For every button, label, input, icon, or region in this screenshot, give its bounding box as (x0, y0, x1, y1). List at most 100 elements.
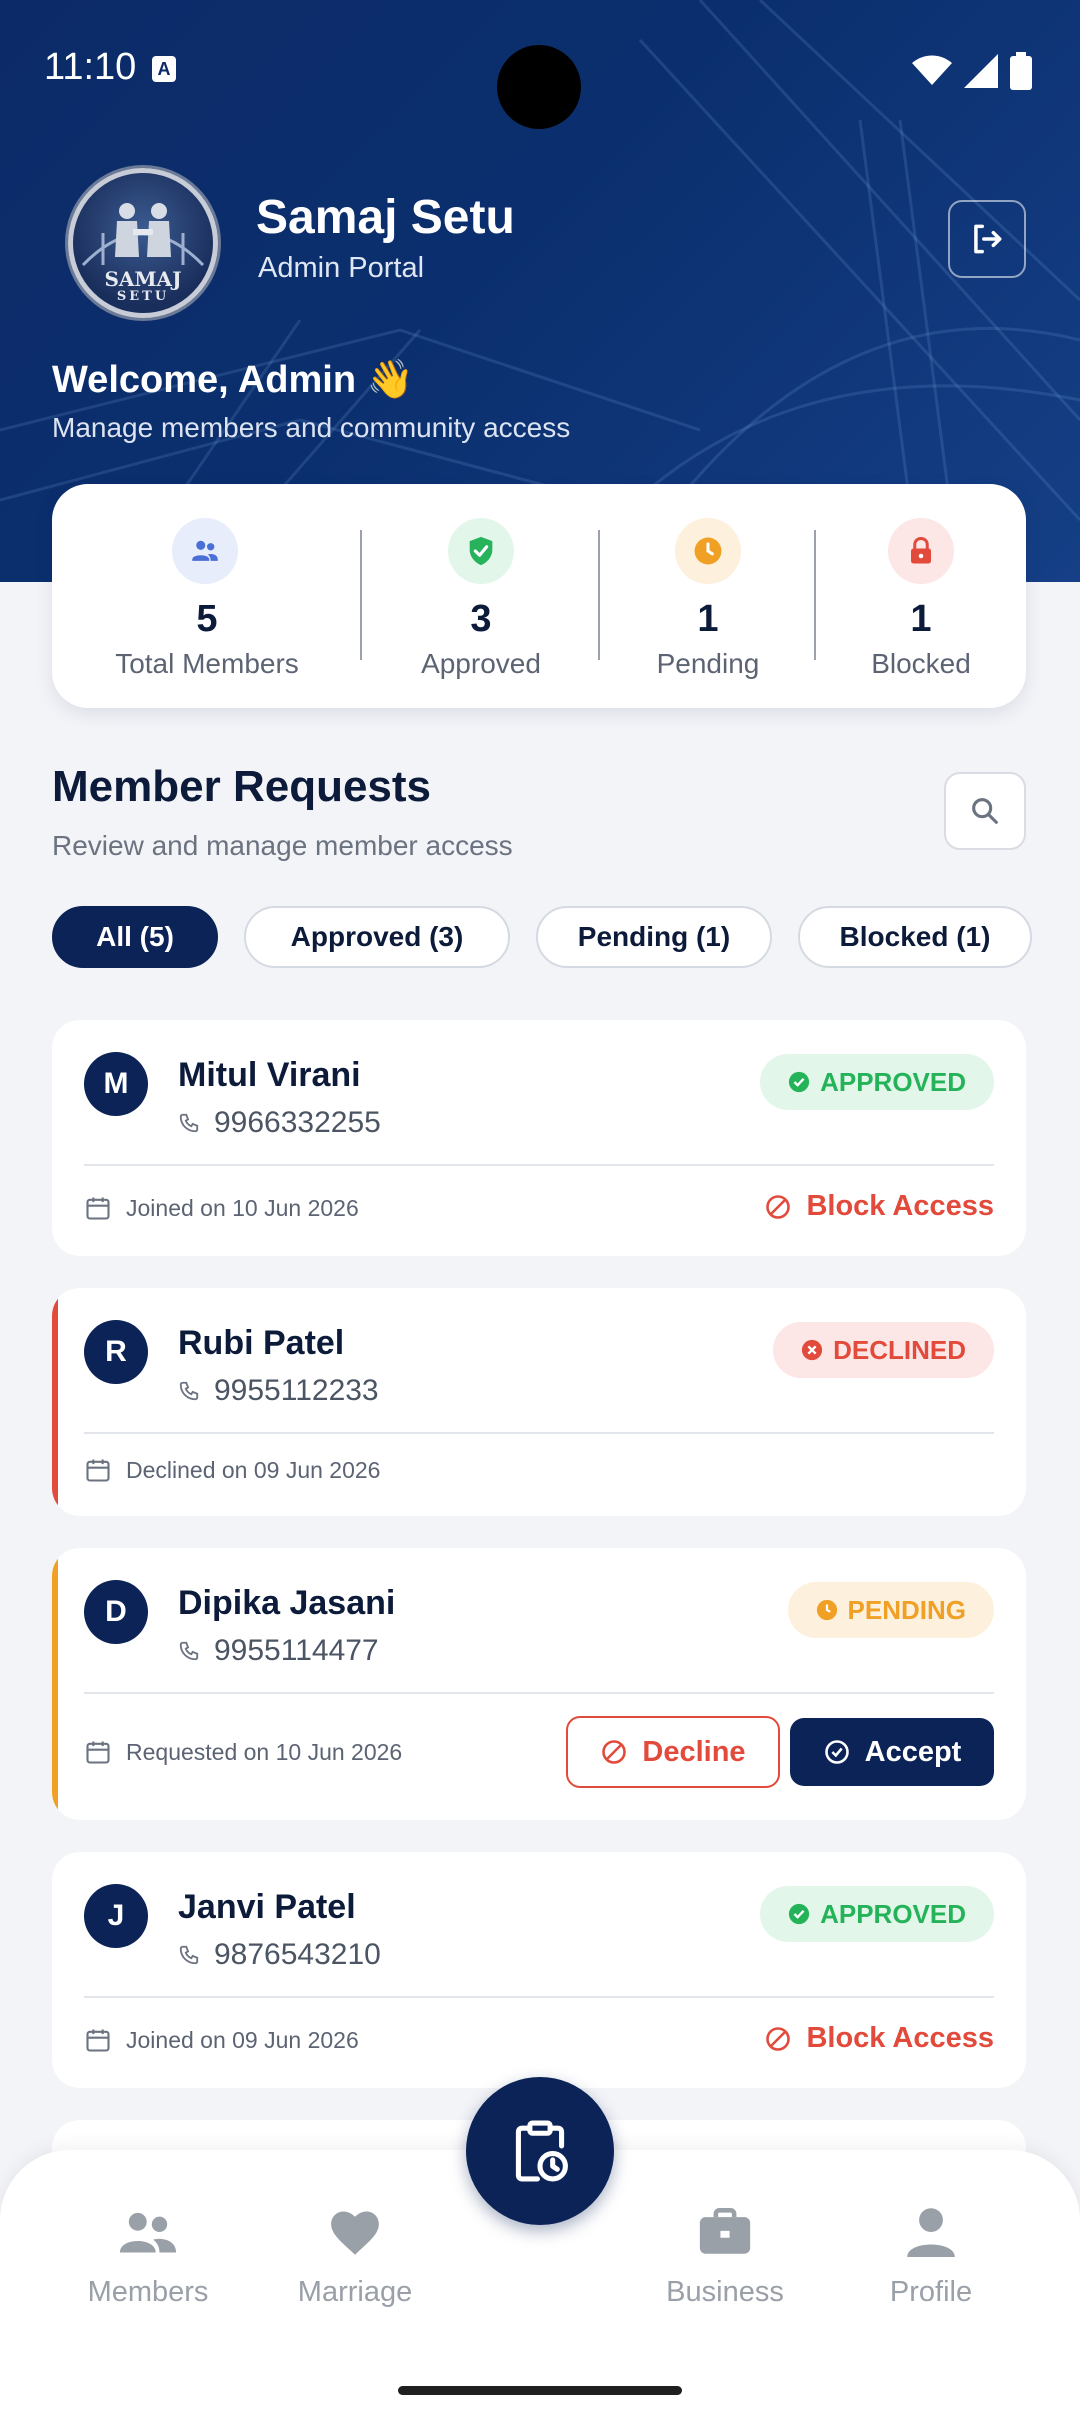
member-date: Joined on 10 Jun 2026 (84, 1194, 359, 1222)
status-badge-text: PENDING (847, 1594, 966, 1625)
member-card: J Janvi Patel 9876543210 APPROVED Joined… (52, 1852, 1026, 2088)
block-icon (602, 1740, 627, 1764)
block-access-button[interactable]: Block Access (764, 1190, 994, 1223)
member-phone: 9955112233 (178, 1374, 379, 1408)
block-access-button[interactable]: Block Access (764, 2022, 994, 2055)
stat-blocked-value: 1 (910, 598, 932, 640)
accept-button[interactable]: Accept (790, 1718, 994, 1786)
app-subtitle: Admin Portal (258, 252, 425, 284)
avatar: M (84, 1052, 148, 1116)
nav-profile[interactable]: Profile (851, 2202, 1011, 2309)
card-accent (52, 1288, 58, 1516)
status-badge: APPROVED (760, 1886, 994, 1942)
member-phone: 9955114477 (178, 1634, 379, 1668)
signal-icon (964, 54, 998, 88)
stat-approved-label: Approved (421, 648, 541, 679)
x-circle-icon (802, 1339, 823, 1361)
notification-icon: A (152, 56, 176, 82)
calendar-icon (86, 2029, 110, 2052)
welcome-subtitle: Manage members and community access (52, 412, 571, 443)
filter-chip-approved[interactable]: Approved (3) (244, 906, 510, 968)
status-badge: DECLINED (773, 1322, 994, 1378)
search-button[interactable] (944, 772, 1026, 850)
member-card: R Rubi Patel 9955112233 DECLINED Decline… (52, 1288, 1026, 1516)
block-access-label: Block Access (806, 1190, 994, 1222)
briefcase-icon (699, 2208, 751, 2254)
battery-icon (1010, 52, 1032, 90)
nav-profile-label: Profile (889, 2276, 973, 2308)
avatar: D (84, 1580, 148, 1644)
logo-text-bottom: SETU (116, 289, 170, 304)
stat-total-label: Total Members (115, 648, 299, 679)
clock-icon (816, 1599, 837, 1621)
logout-icon (974, 224, 1002, 254)
status-badge-text: APPROVED (820, 1066, 966, 1097)
nav-business[interactable]: Business (645, 2202, 805, 2309)
app-title: Samaj Setu (256, 191, 515, 244)
card-accent (52, 1548, 58, 1820)
logo-text-top: SAMAJ (104, 267, 182, 291)
member-phone-text: 9955114477 (214, 1634, 379, 1667)
decline-label: Decline (642, 1735, 746, 1768)
check-circle-icon (788, 1903, 810, 1925)
status-badge: APPROVED (760, 1054, 994, 1110)
section-subtitle: Review and manage member access (52, 830, 513, 861)
status-time: 11:10 (44, 46, 137, 88)
member-date: Requested on 10 Jun 2026 (84, 1738, 402, 1766)
calendar-icon (86, 1197, 110, 1220)
card-divider (84, 1164, 994, 1166)
filter-chip-all[interactable]: All (5) (52, 906, 218, 968)
app-logo: SAMAJ SETU (68, 168, 218, 318)
stat-blocked-label: Blocked (871, 648, 971, 679)
people-icon (172, 518, 238, 584)
member-phone-text: 9966332255 (214, 1106, 381, 1139)
logout-button[interactable] (948, 200, 1026, 278)
nav-marriage[interactable]: Marriage (275, 2202, 435, 2309)
phone-icon (179, 1945, 199, 1965)
nav-business-label: Business (666, 2276, 784, 2308)
member-date: Joined on 09 Jun 2026 (84, 2026, 359, 2054)
people-icon (119, 2212, 177, 2253)
heart-icon (331, 2211, 379, 2255)
block-icon (766, 2026, 791, 2051)
member-phone-text: 9876543210 (214, 1938, 381, 1971)
member-date-text: Declined on 09 Jun 2026 (126, 1456, 381, 1483)
avatar: J (84, 1884, 148, 1948)
phone-icon (179, 1641, 199, 1661)
nav-marriage-label: Marriage (297, 2276, 413, 2308)
filter-chip-blocked[interactable]: Blocked (1) (798, 906, 1032, 968)
clock-icon (675, 518, 741, 584)
block-icon (766, 1194, 791, 1219)
phone-icon (179, 1381, 199, 1401)
member-date-text: Requested on 10 Jun 2026 (126, 1738, 403, 1765)
stat-total-members: 5 Total Members (52, 484, 362, 708)
block-access-label: Block Access (806, 2022, 994, 2054)
stat-blocked: 1 Blocked (816, 484, 1026, 708)
member-phone: 9966332255 (178, 1106, 381, 1140)
member-name: Janvi Patel (178, 1888, 356, 1926)
nav-members-label: Members (87, 2276, 209, 2308)
member-name: Dipika Jasani (178, 1584, 396, 1622)
stats-card: 5 Total Members 3 Approved 1 Pending 1 B… (52, 484, 1026, 708)
camera-cutout (497, 45, 581, 129)
check-circle-icon (824, 1740, 849, 1764)
member-phone: 9876543210 (178, 1938, 381, 1972)
home-indicator (398, 2386, 682, 2395)
card-divider (84, 1432, 994, 1434)
stat-approved-value: 3 (470, 598, 492, 640)
card-divider (84, 1692, 994, 1694)
decline-button[interactable]: Decline (566, 1716, 780, 1788)
nav-members[interactable]: Members (68, 2202, 228, 2309)
status-badge-text: DECLINED (833, 1334, 966, 1365)
wifi-icon (912, 55, 952, 85)
avatar: R (84, 1320, 148, 1384)
status-icons (912, 52, 1032, 90)
status-badge-text: APPROVED (820, 1898, 966, 1929)
stat-pending: 1 Pending (600, 484, 816, 708)
requests-fab-button[interactable] (466, 2077, 614, 2225)
check-circle-icon (788, 1071, 810, 1093)
stat-approved: 3 Approved (362, 484, 600, 708)
member-date-text: Joined on 10 Jun 2026 (126, 1194, 359, 1221)
filter-chip-pending[interactable]: Pending (1) (536, 906, 772, 968)
member-card: M Mitul Virani 9966332255 APPROVED Joine… (52, 1020, 1026, 1256)
